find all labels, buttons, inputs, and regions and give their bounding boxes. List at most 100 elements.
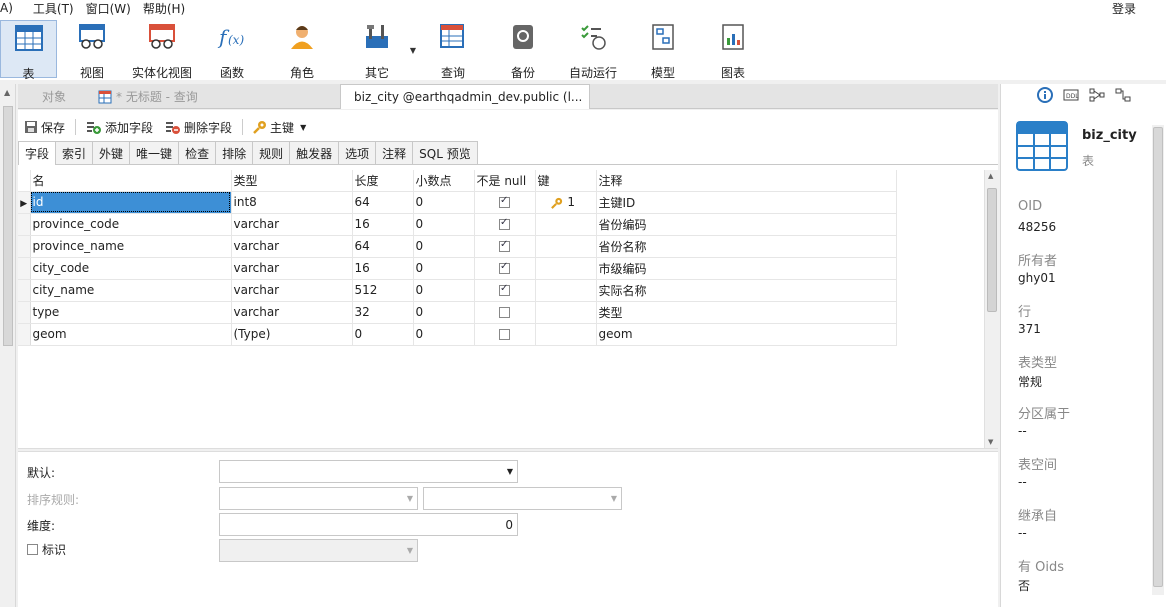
tab-table-design[interactable]: biz_city @earthqadmin_dev.public (l... bbox=[340, 84, 590, 109]
cell-length[interactable]: 16 bbox=[352, 257, 414, 280]
toolbar-others-button[interactable]: 其它 ▼ bbox=[350, 20, 416, 80]
scroll-up-icon[interactable]: ▲ bbox=[988, 172, 993, 180]
cell-key[interactable]: 1 bbox=[535, 191, 597, 214]
cell-not-null[interactable] bbox=[474, 301, 536, 324]
cell-length[interactable]: 64 bbox=[352, 191, 414, 214]
column-header-key[interactable]: 键 bbox=[535, 170, 597, 192]
cell-decimal[interactable]: 0 bbox=[413, 323, 475, 346]
info-panel-scrollbar[interactable] bbox=[1152, 125, 1164, 595]
table-row[interactable]: province_code varchar 16 0 省份编码 bbox=[18, 213, 897, 236]
not-null-checkbox[interactable] bbox=[499, 329, 510, 340]
cell-key[interactable] bbox=[535, 235, 597, 258]
not-null-checkbox[interactable] bbox=[499, 261, 510, 274]
subtab-foreign-keys[interactable]: 外键 bbox=[92, 141, 131, 164]
ddl-icon[interactable]: DDL bbox=[1063, 87, 1079, 103]
subtab-triggers[interactable]: 触发器 bbox=[289, 141, 340, 164]
cell-key[interactable] bbox=[535, 279, 597, 302]
cell-comment[interactable]: 主键ID bbox=[596, 191, 897, 214]
column-header-not-null[interactable]: 不是 null bbox=[474, 170, 536, 192]
cell-name[interactable]: province_code bbox=[30, 213, 232, 236]
toolbar-materialized-view-button[interactable]: 实体化视图 bbox=[130, 20, 194, 80]
cell-comment[interactable]: 类型 bbox=[596, 301, 897, 324]
toolbar-automation-button[interactable]: 自动运行 bbox=[566, 20, 620, 80]
menu-item-tools[interactable]: 工具(T) bbox=[33, 0, 80, 17]
scrollbar-thumb[interactable] bbox=[1153, 127, 1163, 587]
subtab-unique-keys[interactable]: 唯一键 bbox=[129, 141, 180, 164]
cell-not-null[interactable] bbox=[474, 235, 536, 258]
cell-type[interactable]: varchar bbox=[231, 279, 353, 302]
primary-key-button[interactable]: 主键 ▼ bbox=[247, 119, 312, 136]
scrollbar-thumb[interactable] bbox=[987, 188, 997, 312]
column-header-decimal[interactable]: 小数点 bbox=[413, 170, 475, 192]
subtab-rules[interactable]: 规则 bbox=[252, 141, 291, 164]
subtab-comment[interactable]: 注释 bbox=[375, 141, 414, 164]
cell-not-null[interactable] bbox=[474, 323, 536, 346]
cell-length[interactable]: 32 bbox=[352, 301, 414, 324]
toolbar-view-button[interactable]: 视图 bbox=[64, 20, 120, 80]
cell-name[interactable]: id bbox=[30, 191, 232, 214]
table-row[interactable]: city_code varchar 16 0 市级编码 bbox=[18, 257, 897, 280]
cell-name[interactable]: city_code bbox=[30, 257, 232, 280]
cell-type[interactable]: varchar bbox=[231, 301, 353, 324]
tab-objects[interactable]: 对象 bbox=[34, 84, 74, 109]
not-null-checkbox[interactable] bbox=[499, 217, 510, 230]
cell-comment[interactable]: 市级编码 bbox=[596, 257, 897, 280]
not-null-checkbox[interactable] bbox=[499, 239, 510, 252]
left-scrollbar-thumb[interactable] bbox=[3, 106, 13, 346]
cell-name[interactable]: geom bbox=[30, 323, 232, 346]
cell-decimal[interactable]: 0 bbox=[413, 235, 475, 258]
er-diagram-icon[interactable] bbox=[1115, 87, 1131, 103]
collation-name-select[interactable]: ▼ bbox=[423, 487, 622, 510]
cell-comment[interactable]: 省份名称 bbox=[596, 235, 897, 258]
column-header-name[interactable]: 名 bbox=[30, 170, 232, 192]
column-header-length[interactable]: 长度 bbox=[352, 170, 414, 192]
toolbar-backup-button[interactable]: 备份 bbox=[496, 20, 550, 80]
table-row[interactable]: city_name varchar 512 0 实际名称 bbox=[18, 279, 897, 302]
table-row[interactable]: province_name varchar 64 0 省份名称 bbox=[18, 235, 897, 258]
table-row[interactable]: ▶ id int8 64 0 1 主键ID bbox=[18, 191, 897, 214]
column-header-comment[interactable]: 注释 bbox=[596, 170, 897, 192]
cell-decimal[interactable]: 0 bbox=[413, 191, 475, 214]
cell-length[interactable]: 512 bbox=[352, 279, 414, 302]
login-link[interactable]: 登录 bbox=[1112, 0, 1136, 17]
scroll-down-icon[interactable]: ▼ bbox=[988, 438, 993, 446]
identity-checkbox[interactable] bbox=[27, 544, 38, 555]
cell-type[interactable]: (Type) bbox=[231, 323, 353, 346]
toolbar-model-button[interactable]: 模型 bbox=[636, 20, 690, 80]
cell-key[interactable] bbox=[535, 257, 597, 280]
cell-decimal[interactable]: 0 bbox=[413, 301, 475, 324]
subtab-fields[interactable]: 字段 bbox=[18, 141, 57, 165]
table-row[interactable]: geom (Type) 0 0 geom bbox=[18, 323, 897, 346]
subtab-excludes[interactable]: 排除 bbox=[215, 141, 254, 164]
dropdown-arrow-icon[interactable]: ▼ bbox=[410, 46, 416, 55]
identity-select[interactable]: ▼ bbox=[219, 539, 418, 562]
cell-length[interactable]: 0 bbox=[352, 323, 414, 346]
default-select[interactable]: ▼ bbox=[219, 460, 518, 483]
cell-key[interactable] bbox=[535, 301, 597, 324]
dependency-icon[interactable] bbox=[1089, 87, 1105, 103]
cell-decimal[interactable]: 0 bbox=[413, 279, 475, 302]
cell-name[interactable]: province_name bbox=[30, 235, 232, 258]
cell-decimal[interactable]: 0 bbox=[413, 257, 475, 280]
column-header-type[interactable]: 类型 bbox=[231, 170, 353, 192]
scroll-up-icon[interactable]: ▲ bbox=[4, 88, 10, 97]
not-null-checkbox[interactable] bbox=[499, 307, 510, 318]
menu-item-help[interactable]: 帮助(H) bbox=[143, 0, 191, 17]
delete-field-button[interactable]: 删除字段 bbox=[159, 119, 238, 136]
toolbar-role-button[interactable]: 角色 bbox=[275, 20, 329, 80]
cell-not-null[interactable] bbox=[474, 191, 536, 214]
tab-untitled-query[interactable]: * 无标题 - 查询 bbox=[90, 84, 206, 109]
cell-not-null[interactable] bbox=[474, 257, 536, 280]
toolbar-table-button[interactable]: 表 bbox=[0, 20, 57, 81]
not-null-checkbox[interactable] bbox=[499, 195, 510, 208]
cell-type[interactable]: int8 bbox=[231, 191, 353, 214]
cell-key[interactable] bbox=[535, 323, 597, 346]
cell-name[interactable]: type bbox=[30, 301, 232, 324]
menu-item-window[interactable]: 窗口(W) bbox=[86, 0, 137, 17]
cell-decimal[interactable]: 0 bbox=[413, 213, 475, 236]
cell-name[interactable]: city_name bbox=[30, 279, 232, 302]
cell-length[interactable]: 64 bbox=[352, 235, 414, 258]
cell-type[interactable]: varchar bbox=[231, 235, 353, 258]
toolbar-query-button[interactable]: 查询 bbox=[426, 20, 480, 80]
cell-comment[interactable]: 实际名称 bbox=[596, 279, 897, 302]
